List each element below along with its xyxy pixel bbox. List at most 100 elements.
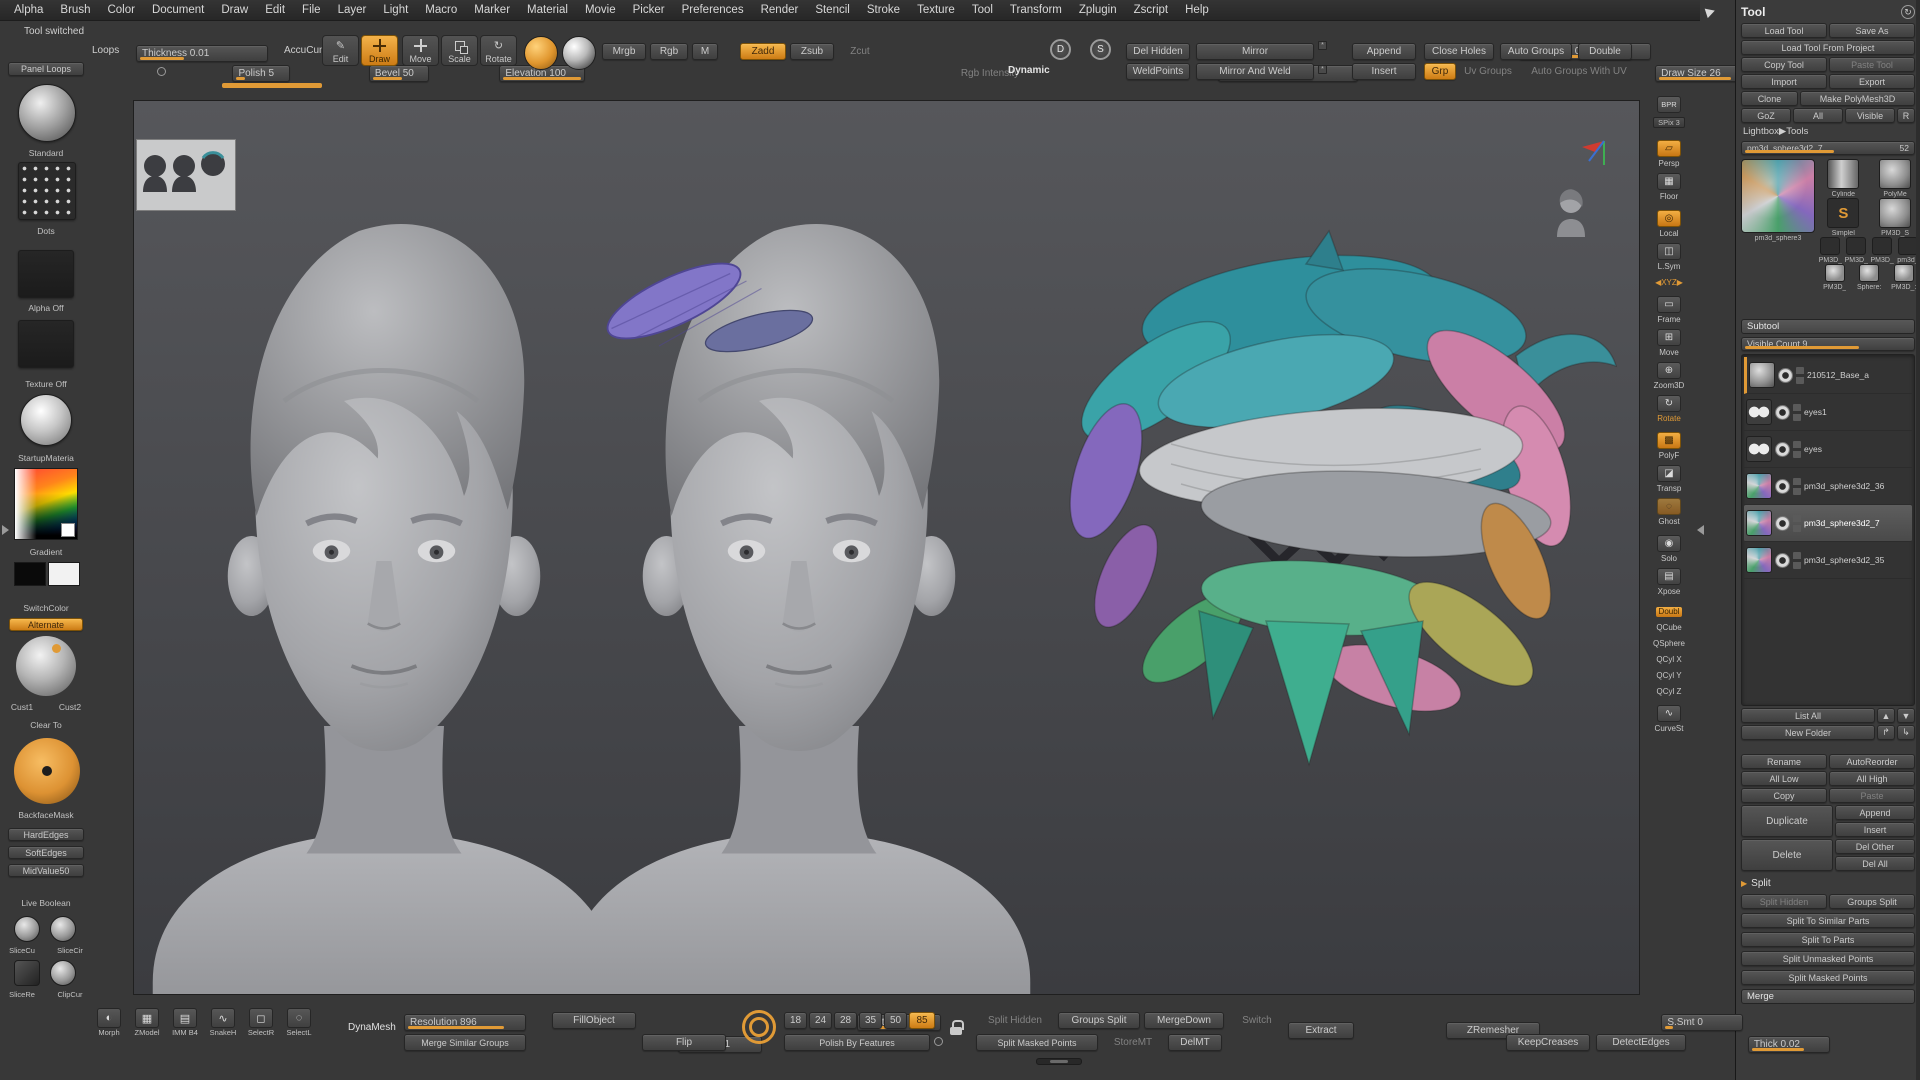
- texture-thumbnail[interactable]: [18, 320, 74, 368]
- subtool-toggle-icons[interactable]: [1793, 478, 1801, 495]
- lock-icon[interactable]: [950, 1020, 962, 1035]
- tool-thumb-cylinder[interactable]: [1827, 159, 1859, 189]
- make-polymesh3d-button[interactable]: Make PolyMesh3D: [1800, 91, 1915, 106]
- move-gizmo-icon[interactable]: ⊞: [1657, 329, 1681, 346]
- subtool-thumbnail[interactable]: [1746, 436, 1772, 462]
- solo-item[interactable]: ◉Solo: [1657, 535, 1681, 564]
- material-thumbnail[interactable]: [20, 394, 72, 446]
- frame-item[interactable]: ▭Frame: [1657, 296, 1681, 325]
- split-masked-button[interactable]: Split Masked Points: [1741, 970, 1915, 985]
- xpose-icon[interactable]: ▤: [1657, 568, 1681, 585]
- storemt-button[interactable]: StoreMT: [1104, 1034, 1162, 1051]
- tool-thumb-small-2[interactable]: [1846, 237, 1866, 255]
- xyz-item[interactable]: ◀XYZ▶: [1655, 276, 1683, 288]
- polish-circles-icon[interactable]: [742, 1010, 776, 1044]
- double-item[interactable]: Doubl: [1656, 605, 1683, 617]
- copy-tool-button[interactable]: Copy Tool: [1741, 57, 1827, 72]
- all-high-button[interactable]: All High: [1829, 771, 1915, 786]
- lightbox-tools-link[interactable]: Lightbox▶Tools: [1741, 125, 1915, 138]
- move-into-folder-icon[interactable]: ↳: [1897, 725, 1915, 740]
- mergedown-button[interactable]: MergeDown: [1144, 1012, 1224, 1029]
- groups-split-button[interactable]: Groups Split: [1829, 894, 1915, 909]
- resolution-slider[interactable]: Resolution 896: [404, 1014, 526, 1031]
- canvas-scrollbar[interactable]: [1036, 1058, 1082, 1065]
- curvest-item[interactable]: ∿CurveSt: [1655, 705, 1684, 734]
- goz-visible-button[interactable]: Visible: [1845, 108, 1895, 123]
- rgb-button[interactable]: Rgb: [650, 43, 688, 60]
- visibility-eye-icon[interactable]: [1775, 553, 1790, 568]
- tool-thumb-small-1[interactable]: [1820, 237, 1840, 255]
- split-similar-button[interactable]: Split To Similar Parts: [1741, 913, 1915, 928]
- mirror-weld-axis-toggle-icon[interactable]: *: [1318, 65, 1327, 74]
- spix-item[interactable]: SPix 3: [1653, 117, 1685, 128]
- subtool-thumbnail[interactable]: [1746, 473, 1772, 499]
- bevel-slider[interactable]: Bevel 50: [369, 65, 429, 82]
- thickness-slider[interactable]: Thickness 0.01: [136, 45, 268, 62]
- list-all-button[interactable]: List All: [1741, 708, 1875, 723]
- slice-curve-icon[interactable]: [14, 916, 40, 942]
- split-hidden-bottom-button[interactable]: Split Hidden: [976, 1012, 1054, 1029]
- select-lasso-button[interactable]: ◌SelectL: [284, 1008, 314, 1037]
- menu-zplugin[interactable]: Zplugin: [1079, 4, 1117, 16]
- tool-thumb-pm3d[interactable]: [1879, 198, 1911, 228]
- tool-thumb-small-5[interactable]: [1825, 264, 1845, 282]
- flip-button[interactable]: Flip: [642, 1034, 726, 1051]
- insert-subtool-button[interactable]: Insert: [1835, 822, 1915, 837]
- subtool-down-icon[interactable]: ▼: [1897, 708, 1915, 723]
- color-picker[interactable]: [14, 468, 78, 540]
- stroke-thumbnail-dots[interactable]: [18, 162, 76, 220]
- material-preview-bust-icon[interactable]: [1554, 187, 1588, 237]
- split-hidden-button[interactable]: Split Hidden: [1741, 894, 1827, 909]
- append-subtool-button[interactable]: Append: [1835, 805, 1915, 820]
- mirror-button[interactable]: Mirror: [1196, 43, 1314, 60]
- hard-edges-button[interactable]: HardEdges: [8, 828, 84, 841]
- polyf-item[interactable]: ▩PolyF: [1657, 432, 1681, 461]
- solo-icon[interactable]: ◉: [1657, 535, 1681, 552]
- double-sided-label[interactable]: Doubl: [1656, 607, 1683, 617]
- current-stroke-thumbnail[interactable]: [562, 36, 596, 70]
- imm-brush-button[interactable]: ▤IMM B4: [170, 1008, 200, 1037]
- subtool-thumbnail[interactable]: [1746, 399, 1772, 425]
- tool-thumb-small-3[interactable]: [1872, 237, 1892, 255]
- subtool-toggle-icons[interactable]: [1796, 367, 1804, 384]
- soft-edges-button[interactable]: SoftEdges: [8, 846, 84, 859]
- floor-grid-icon[interactable]: ▦: [1657, 173, 1681, 190]
- elevation-value-bar[interactable]: [222, 83, 322, 88]
- mrgb-button[interactable]: Mrgb: [602, 43, 646, 60]
- menu-render[interactable]: Render: [761, 4, 799, 16]
- refresh-icon[interactable]: ↻: [1901, 5, 1915, 19]
- m-button[interactable]: M: [692, 43, 718, 60]
- document-canvas[interactable]: [133, 100, 1640, 995]
- current-brush-thumbnail[interactable]: [524, 36, 558, 70]
- duplicate-button[interactable]: Duplicate: [1741, 805, 1833, 837]
- local-item[interactable]: ◎Local: [1657, 210, 1681, 239]
- import-button[interactable]: Import: [1741, 74, 1827, 89]
- s-smt-slider[interactable]: S.Smt 0: [1661, 1014, 1743, 1031]
- res-preset-85-button[interactable]: 85: [909, 1012, 935, 1029]
- del-other-button[interactable]: Del Other: [1835, 839, 1915, 854]
- tool-thumb-small-7[interactable]: [1894, 264, 1914, 282]
- split-masked-points-button[interactable]: Split Masked Points: [976, 1034, 1098, 1051]
- weldpoints-button[interactable]: WeldPoints: [1126, 63, 1190, 80]
- load-from-project-button[interactable]: Load Tool From Project: [1741, 40, 1915, 55]
- qcylz-item[interactable]: QCyl Z: [1657, 685, 1682, 697]
- lsym-icon[interactable]: ◫: [1657, 243, 1681, 260]
- res-preset-35-button[interactable]: 35: [859, 1012, 882, 1029]
- grp-button[interactable]: Grp: [1424, 63, 1456, 80]
- res-preset-18-button[interactable]: 18: [784, 1012, 807, 1029]
- goz-r-button[interactable]: R: [1897, 108, 1915, 123]
- subtool-toggle-icons[interactable]: [1793, 441, 1801, 458]
- menu-file[interactable]: File: [302, 4, 321, 16]
- subtool-row-sphere7-selected[interactable]: pm3d_sphere3d2_7: [1744, 505, 1912, 542]
- backface-mask-thumbnail[interactable]: [14, 738, 80, 804]
- menu-texture[interactable]: Texture: [917, 4, 955, 16]
- s-toggle[interactable]: S: [1090, 39, 1111, 60]
- tool-palette-header[interactable]: Tool ↻: [1741, 3, 1915, 21]
- clip-curve-icon[interactable]: [50, 960, 76, 986]
- scale-button[interactable]: Scale: [441, 35, 478, 66]
- switch-button[interactable]: Switch: [1228, 1012, 1286, 1029]
- edit-button[interactable]: ✎ Edit: [322, 35, 359, 66]
- curve-stroke-icon[interactable]: ∿: [1657, 705, 1681, 722]
- clear-to-label[interactable]: Clear To: [0, 720, 92, 730]
- auto-groups-button[interactable]: Auto Groups: [1500, 43, 1572, 60]
